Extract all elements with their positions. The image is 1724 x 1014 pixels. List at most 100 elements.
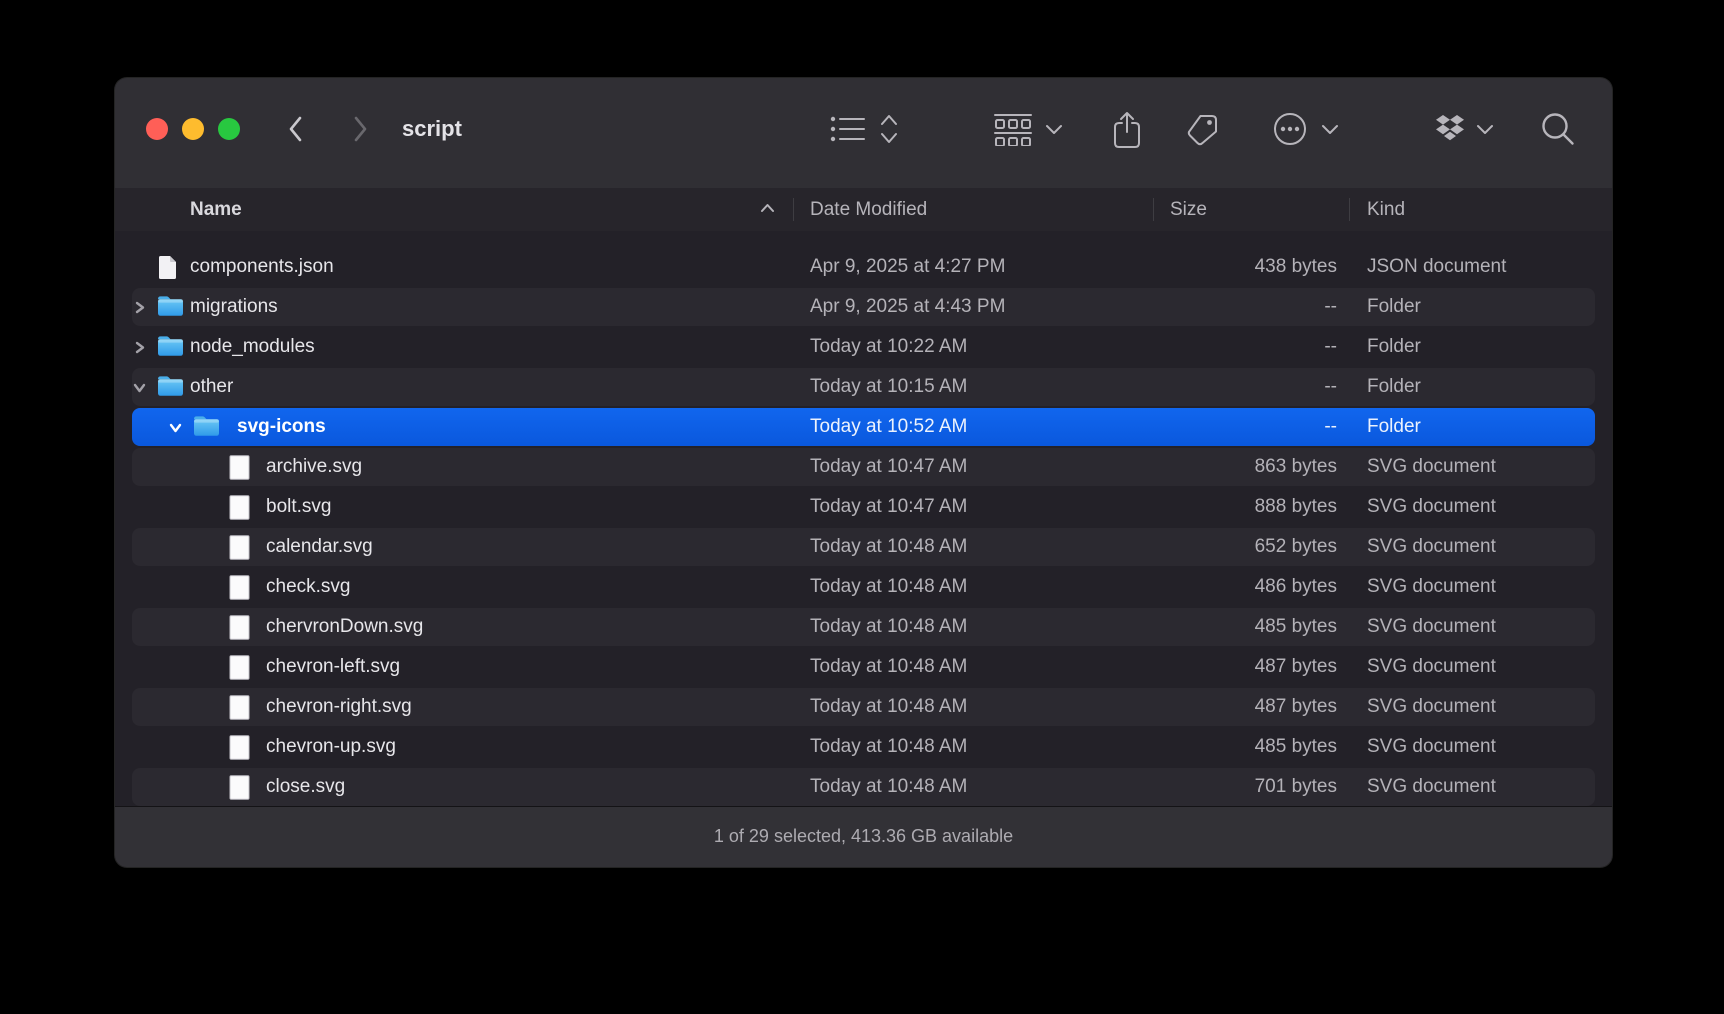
svg-document-icon: [229, 695, 250, 725]
file-size: --: [1115, 287, 1337, 327]
finder-window: script: [115, 78, 1612, 867]
file-size: --: [1115, 367, 1337, 407]
list-view-icon[interactable]: [830, 114, 866, 144]
file-name: archive.svg: [266, 447, 362, 487]
file-date: Today at 10:48 AM: [810, 727, 967, 767]
file-row-chervronDown.svg[interactable]: chervronDown.svg Today at 10:48 AM 485 byt…: [115, 607, 1612, 647]
disclosure-collapsed-icon[interactable]: [133, 341, 146, 354]
file-size: 485 bytes: [1115, 607, 1337, 647]
file-kind: SVG document: [1367, 487, 1496, 527]
file-row-migrations[interactable]: migrationsApr 9, 2025 at 4:43 PM--Folder: [115, 287, 1612, 327]
disclosure-expanded-icon[interactable]: [133, 381, 146, 394]
minimize-window-button[interactable]: [182, 118, 204, 140]
file-kind: SVG document: [1367, 767, 1496, 807]
svg-document-icon: [229, 535, 250, 565]
file-date: Today at 10:48 AM: [810, 567, 967, 607]
file-name: bolt.svg: [266, 487, 331, 527]
file-list: components.jsonApr 9, 2025 at 4:27 PM438…: [115, 231, 1612, 807]
file-date: Today at 10:15 AM: [810, 367, 967, 407]
dropbox-icon[interactable]: [1434, 114, 1466, 144]
file-date: Today at 10:48 AM: [810, 647, 967, 687]
file-date: Apr 9, 2025 at 4:27 PM: [810, 247, 1005, 287]
file-row-components.json[interactable]: components.jsonApr 9, 2025 at 4:27 PM438…: [115, 247, 1612, 287]
folder-icon: [193, 415, 220, 442]
column-header-date-modified[interactable]: Date Modified: [810, 188, 927, 231]
file-row-svg-icons[interactable]: svg-iconsToday at 10:52 AM--Folder: [115, 407, 1612, 447]
folder-icon: [157, 335, 184, 362]
more-options-icon[interactable]: [1272, 111, 1308, 147]
file-row-node_modules[interactable]: node_modulesToday at 10:22 AM--Folder: [115, 327, 1612, 367]
file-date: Today at 10:22 AM: [810, 327, 967, 367]
disclosure-expanded-icon[interactable]: [169, 421, 182, 434]
column-header-size[interactable]: Size: [1170, 188, 1207, 231]
file-size: 487 bytes: [1115, 687, 1337, 727]
file-size: 652 bytes: [1115, 527, 1337, 567]
column-header-kind[interactable]: Kind: [1367, 188, 1405, 231]
file-row-chevron-left.svg[interactable]: chevron-left.svgToday at 10:48 AM487 byt…: [115, 647, 1612, 687]
file-row-bolt.svg[interactable]: bolt.svg Today at 10:47 AM 888 bytes SVG do…: [115, 487, 1612, 527]
svg-document-icon: [229, 655, 250, 685]
group-view-chevron-icon[interactable]: [1045, 124, 1063, 135]
file-date: Today at 10:48 AM: [810, 607, 967, 647]
file-size: 486 bytes: [1115, 567, 1337, 607]
file-kind: SVG document: [1367, 607, 1496, 647]
file-row-archive.svg[interactable]: archive.svgToday at 10:47 AM863 bytesSVG…: [115, 447, 1612, 487]
status-bar: 1 of 29 selected, 413.36 GB available: [115, 806, 1612, 867]
column-divider[interactable]: [1153, 198, 1154, 221]
more-options-chevron-icon[interactable]: [1321, 124, 1339, 135]
file-date: Today at 10:47 AM: [810, 487, 967, 527]
svg-document-icon: [229, 775, 250, 805]
search-icon[interactable]: [1539, 110, 1577, 148]
file-name: chevron-up.svg: [266, 727, 396, 767]
file-name: node_modules: [190, 327, 315, 367]
window-title: script: [402, 78, 462, 180]
file-name: chevron-right.svg: [266, 687, 412, 727]
file-size: 863 bytes: [1115, 447, 1337, 487]
file-row-chevron-right.svg[interactable]: chevron-right.svg Today at 10:48 AM 487 by…: [115, 687, 1612, 727]
file-kind: Folder: [1367, 287, 1421, 327]
column-divider[interactable]: [793, 198, 794, 221]
file-date: Today at 10:47 AM: [810, 447, 967, 487]
file-kind: SVG document: [1367, 687, 1496, 727]
toolbar: script: [115, 78, 1612, 189]
file-size: 888 bytes: [1115, 487, 1337, 527]
file-date: Today at 10:48 AM: [810, 767, 967, 807]
file-date: Today at 10:52 AM: [810, 407, 967, 447]
file-kind: SVG document: [1367, 527, 1496, 567]
file-kind: SVG document: [1367, 567, 1496, 607]
group-view-icon[interactable]: [993, 112, 1033, 146]
svg-document-icon: [229, 735, 250, 765]
file-name: chervronDown.svg: [266, 607, 423, 647]
file-row-other[interactable]: otherToday at 10:15 AM--Folder: [115, 367, 1612, 407]
sort-toggle-icon[interactable]: [878, 112, 900, 146]
file-date: Today at 10:48 AM: [810, 527, 967, 567]
svg-document-icon: [229, 615, 250, 645]
tag-icon[interactable]: [1185, 112, 1221, 148]
folder-icon: [157, 295, 184, 322]
forward-button-icon[interactable]: [351, 115, 369, 143]
share-icon[interactable]: [1111, 110, 1143, 150]
svg-document-icon: [229, 495, 250, 525]
column-divider[interactable]: [1349, 198, 1350, 221]
file-kind: JSON document: [1367, 247, 1506, 287]
file-name: other: [190, 367, 233, 407]
status-text: 1 of 29 selected, 413.36 GB available: [115, 807, 1612, 865]
file-kind: SVG document: [1367, 727, 1496, 767]
file-row-close.svg[interactable]: close.svgToday at 10:48 AM701 bytesSVG d…: [115, 767, 1612, 807]
file-size: 438 bytes: [1115, 247, 1337, 287]
disclosure-collapsed-icon[interactable]: [133, 301, 146, 314]
close-window-button[interactable]: [146, 118, 168, 140]
file-date: Today at 10:48 AM: [810, 687, 967, 727]
file-row-check.svg[interactable]: check.svgToday at 10:48 AM486 bytesSVG d…: [115, 567, 1612, 607]
column-header-name[interactable]: Name: [190, 188, 242, 231]
zoom-window-button[interactable]: [218, 118, 240, 140]
file-kind: SVG document: [1367, 647, 1496, 687]
back-button-icon[interactable]: [287, 115, 305, 143]
folder-icon: [157, 375, 184, 402]
file-row-chevron-up.svg[interactable]: chevron-up.svgToday at 10:48 AM485 bytes…: [115, 727, 1612, 767]
file-row-calendar.svg[interactable]: calendar.svg Today at 10:48 AM 652 bytes SV…: [115, 527, 1612, 567]
file-name: close.svg: [266, 767, 345, 807]
file-name: calendar.svg: [266, 527, 373, 567]
file-size: --: [1115, 327, 1337, 367]
dropbox-chevron-icon[interactable]: [1476, 124, 1494, 135]
